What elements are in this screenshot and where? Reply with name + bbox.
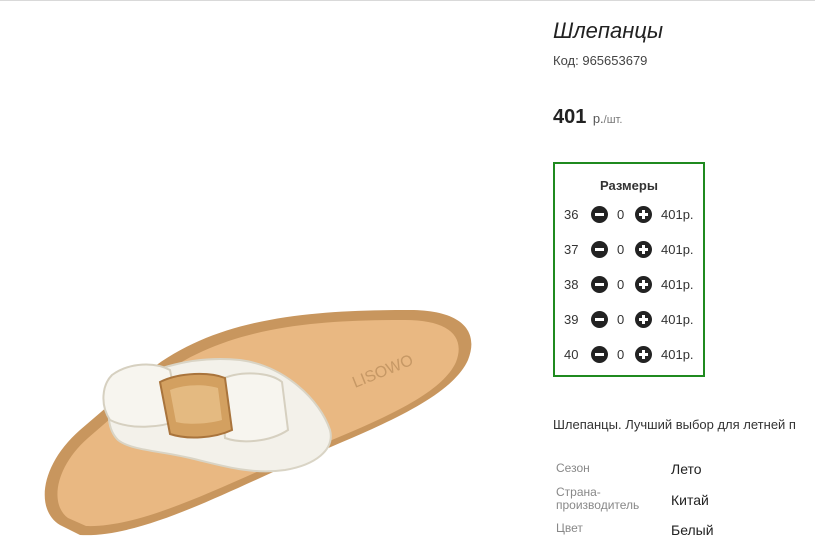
minus-icon <box>595 353 604 356</box>
size-row: 37 0 401р. <box>555 238 703 262</box>
size-label: 40 <box>564 347 579 362</box>
quantity-value: 0 <box>617 277 625 292</box>
minus-icon <box>595 318 604 321</box>
price-amount: 401 <box>553 106 587 128</box>
size-price: 401р. <box>661 277 694 292</box>
price-unit: /шт. <box>603 114 623 126</box>
product-code: Код: 965653679 <box>553 53 647 68</box>
increase-quantity-button[interactable] <box>635 311 652 328</box>
size-row: 36 0 401р. <box>555 203 703 227</box>
minus-icon <box>595 213 604 216</box>
decrease-quantity-button[interactable] <box>591 241 608 258</box>
price-currency: р. <box>592 111 604 126</box>
sizes-panel: Размеры 36 0 401р. 37 0 401р. 38 0 401р.… <box>553 162 705 377</box>
product-image[interactable]: LISOWO <box>20 10 535 550</box>
size-label: 39 <box>564 312 579 327</box>
decrease-quantity-button[interactable] <box>591 276 608 293</box>
decrease-quantity-button[interactable] <box>591 346 608 363</box>
increase-quantity-button[interactable] <box>635 241 652 258</box>
increase-quantity-button[interactable] <box>635 276 652 293</box>
increase-quantity-button[interactable] <box>635 206 652 223</box>
size-row: 38 0 401р. <box>555 273 703 297</box>
property-key: Сезон <box>556 461 590 475</box>
product-code-value: 965653679 <box>582 53 648 68</box>
size-price: 401р. <box>661 207 694 222</box>
size-price: 401р. <box>661 312 694 327</box>
size-label: 36 <box>564 207 579 222</box>
quantity-value: 0 <box>617 312 625 327</box>
property-value: Лето <box>671 461 702 477</box>
property-key: Страна-производитель <box>556 485 640 512</box>
size-price: 401р. <box>661 242 694 257</box>
product-description: Шлепанцы. Лучший выбор для летней п <box>553 417 796 432</box>
size-label: 37 <box>564 242 579 257</box>
product-title: Шлепанцы <box>553 18 664 43</box>
size-label: 38 <box>564 277 579 292</box>
decrease-quantity-button[interactable] <box>591 311 608 328</box>
decrease-quantity-button[interactable] <box>591 206 608 223</box>
sizes-title: Размеры <box>600 178 658 193</box>
minus-icon <box>595 283 604 286</box>
quantity-value: 0 <box>617 242 625 257</box>
quantity-value: 0 <box>617 347 625 362</box>
property-value: Белый <box>671 522 714 538</box>
property-key: Цвет <box>556 521 583 535</box>
minus-icon <box>595 248 604 251</box>
property-value: Китай <box>671 492 709 508</box>
quantity-value: 0 <box>617 207 625 222</box>
product-price: 401 р./шт. <box>553 106 622 129</box>
size-row: 40 0 401р. <box>555 343 703 367</box>
product-code-label: Код: <box>553 53 579 68</box>
size-row: 39 0 401р. <box>555 308 703 332</box>
top-divider <box>0 0 815 1</box>
increase-quantity-button[interactable] <box>635 346 652 363</box>
size-price: 401р. <box>661 347 694 362</box>
